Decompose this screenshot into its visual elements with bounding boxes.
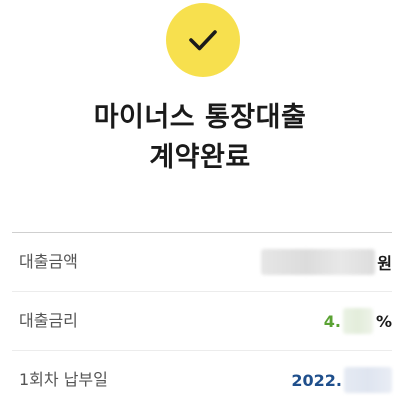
interest-rate-integer: 4. [323, 311, 341, 331]
masked-date [344, 367, 392, 393]
masked-rate [342, 308, 373, 334]
loan-amount-unit: 원 [377, 254, 392, 273]
first-payment-label: 1회차 납부일 [19, 370, 108, 389]
interest-rate-label: 대출금리 [19, 311, 78, 330]
interest-rate-unit: % [375, 311, 392, 331]
first-payment-year: 2022. [291, 370, 342, 390]
contract-details-list: 대출금액 원 대출금리 4. % 1회차 납부일 2022. [12, 232, 392, 400]
loan-contract-complete-screen: 마이너스 통장대출 계약완료 대출금액 원 대출금리 4. % 1회차 납부일 … [0, 0, 400, 400]
loan-amount-value: 원 [261, 233, 392, 291]
title-product-name: 마이너스 통장대출 [93, 102, 307, 133]
first-payment-row: 1회차 납부일 2022. [12, 351, 392, 400]
loan-amount-label: 대출금액 [19, 252, 78, 271]
completion-badge [166, 3, 240, 77]
masked-amount [261, 249, 376, 275]
loan-amount-row: 대출금액 원 [12, 233, 392, 292]
interest-rate-row: 대출금리 4. % [12, 292, 392, 351]
first-payment-value: 2022. [291, 351, 392, 400]
title-status: 계약완료 [149, 142, 251, 173]
page-title: 마이너스 통장대출 계약완료 [0, 98, 400, 178]
interest-rate-value: 4. % [324, 292, 392, 350]
check-icon [189, 30, 217, 51]
